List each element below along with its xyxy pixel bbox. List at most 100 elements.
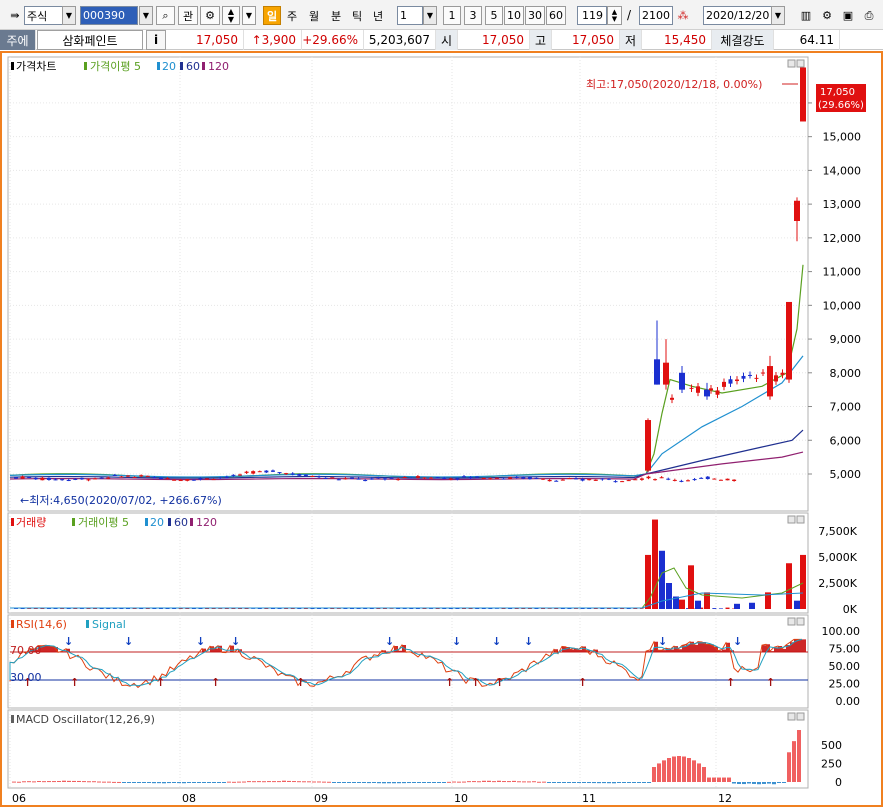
macd-bar [332, 782, 336, 783]
info-button[interactable]: i [146, 30, 166, 50]
macd-bar [422, 782, 426, 783]
macd-bar [612, 782, 616, 784]
market-dropdown-icon[interactable]: ▼ [62, 6, 76, 25]
candle-body [774, 375, 778, 382]
count-input[interactable]: 119 [577, 6, 607, 25]
panel-maximize-icon[interactable] [787, 712, 796, 721]
total-count-value: 2100 [642, 9, 670, 22]
candle-body [639, 478, 644, 480]
macd-bar [622, 782, 626, 783]
macd-bar [412, 782, 416, 783]
panel-close-icon[interactable] [796, 515, 805, 524]
stock-name-field[interactable]: 삼화페인트 [37, 30, 143, 50]
candle-body [350, 477, 354, 479]
candle-body [786, 301, 792, 380]
macd-bar [217, 782, 221, 783]
macd-bar [762, 782, 766, 784]
legend-ma5: 가격이평 5 [90, 60, 141, 73]
macd-bar [57, 780, 61, 782]
panel-maximize-icon[interactable] [787, 59, 796, 68]
candle-body [389, 477, 394, 479]
panel-frames [7, 56, 809, 789]
stock-code-dropdown-icon[interactable]: ▼ [139, 6, 153, 25]
grid-settings-icon[interactable]: ⁂ [674, 6, 692, 25]
low-label: 저 [620, 30, 642, 50]
period-tab-month[interactable]: 월 [305, 6, 323, 25]
chart-type-icon[interactable]: ▥ [797, 6, 815, 25]
date-select[interactable]: 2020/12/20 [703, 6, 773, 25]
legend-volume: 거래량 [16, 516, 46, 529]
candle-body [33, 477, 38, 480]
period-tab-tick[interactable]: 틱 [348, 6, 366, 25]
market-select[interactable]: 주식 [24, 6, 64, 25]
rsi-panel[interactable] [7, 614, 809, 709]
macd-bar [187, 782, 191, 783]
x-axis: 06 08 09 10 11 12 [12, 792, 732, 805]
period-label: 일 [266, 9, 278, 23]
period-tab-minute[interactable]: 분 [327, 6, 345, 25]
volume-bar [718, 608, 723, 609]
macd-bar [552, 782, 556, 783]
stepper-dropdown-icon[interactable]: ▼ [242, 6, 256, 25]
stock-code-input[interactable]: 000390 [80, 6, 138, 25]
macd-bar [797, 730, 801, 782]
candle-body [666, 478, 671, 480]
gear-icon[interactable]: ⚙ [818, 6, 836, 25]
price-panel[interactable] [7, 56, 809, 512]
quick-interval-5[interactable]: 5 [485, 6, 503, 25]
panel-maximize-icon[interactable] [787, 515, 796, 524]
candle-body [303, 474, 308, 476]
save-icon[interactable]: ▣ [839, 6, 857, 25]
candle-body [593, 479, 598, 481]
macd-bar [442, 782, 446, 783]
interval-dropdown-icon[interactable]: ▼ [423, 6, 437, 25]
candle-body [704, 389, 710, 397]
date-dropdown-icon[interactable]: ▼ [771, 6, 785, 25]
macd-bar [377, 782, 381, 784]
price-axis-label: 13,000 [823, 198, 862, 211]
min-price-annotation: ←최저:4,650(2020/07/02, +266.67%) [20, 494, 222, 507]
macd-bar [142, 782, 146, 783]
candle-body [654, 359, 660, 385]
macd-bar [777, 782, 781, 783]
interval-select[interactable]: 1 [397, 6, 423, 25]
candle-body [27, 477, 32, 479]
panel-close-icon[interactable] [796, 617, 805, 626]
panel-close-icon[interactable] [796, 59, 805, 68]
quick-interval-30[interactable]: 30 [525, 6, 545, 25]
volume-axis-label: 7,500K [818, 525, 857, 538]
count-stepper-icon[interactable]: ▲ ▼ [607, 6, 622, 25]
quick-interval-1[interactable]: 1 [443, 6, 461, 25]
panel-maximize-icon[interactable] [787, 617, 796, 626]
macd-bar [197, 782, 201, 783]
up-down-stepper-icon[interactable]: ▲ ▼ [222, 6, 240, 25]
macd-bar [372, 782, 376, 783]
candle-body [270, 470, 275, 472]
buy-signal-arrow: ↑ [70, 676, 79, 689]
window-menu-icon[interactable]: ⇛ [4, 6, 26, 25]
legend-macd: MACD Oscillator(12,26,9) [16, 713, 155, 726]
quick-interval-60[interactable]: 60 [546, 6, 566, 25]
panel-close-icon[interactable] [796, 712, 805, 721]
period-tab-year[interactable]: 년 [369, 6, 387, 25]
macd-bar [97, 781, 101, 783]
candle-body [290, 473, 295, 475]
candle-body [376, 477, 381, 479]
macd-bar [752, 782, 756, 784]
macd-bar [662, 760, 666, 782]
period-tab-week[interactable]: 주 [283, 6, 301, 25]
gwan-button[interactable]: 관 [178, 6, 198, 25]
period-tab-day[interactable]: 일 [263, 6, 281, 25]
quick-interval-10[interactable]: 10 [504, 6, 524, 25]
high-price: 17,050 [552, 30, 620, 50]
stock-chart[interactable]: 16,00015,00014,00013,00012,00011,00010,0… [2, 53, 881, 805]
macd-axis-label: 0 [835, 776, 842, 789]
gwan-button-label: 관 [182, 9, 194, 23]
candle-body [435, 477, 440, 479]
macd-bar [222, 782, 226, 783]
print-icon[interactable]: ⎙ [860, 6, 878, 25]
settings-icon[interactable]: ⚙ [200, 6, 220, 25]
search-icon[interactable]: ⌕ [156, 6, 175, 25]
macd-bar [72, 780, 76, 782]
quick-interval-3[interactable]: 3 [464, 6, 482, 25]
